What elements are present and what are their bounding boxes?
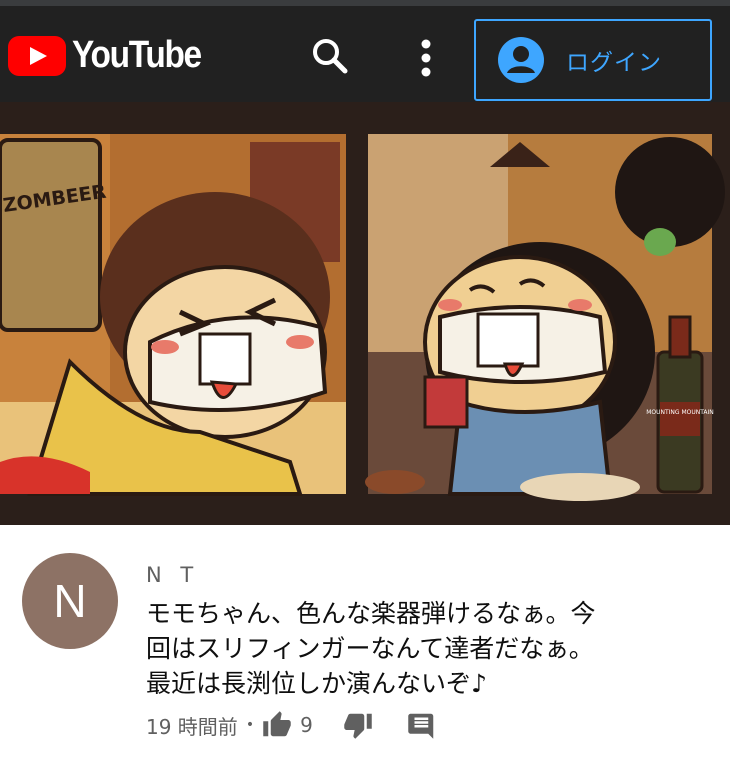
comment-author[interactable]: N T — [146, 563, 199, 587]
avatar-letter: N — [53, 575, 87, 627]
separator-dot: • — [245, 717, 255, 733]
avatar[interactable]: N — [22, 553, 118, 649]
video-thumbnail[interactable]: ZOMBEER MOUNTING MOUNTAIN — [0, 102, 730, 525]
comment-actions: 19 時間前 • 9 — [146, 708, 437, 742]
right-panel-illustration: MOUNTING MOUNTAIN — [365, 134, 725, 501]
app-header: YouTube ログイン — [0, 6, 730, 102]
comment-text: モモちゃん、色んな楽器弾けるなぁ。今 回はスリフィンガーなんて達者だなぁ。 最近… — [146, 599, 596, 698]
more-vert-icon[interactable] — [411, 36, 441, 80]
account-circle-icon — [498, 37, 544, 83]
login-label: ログイン — [566, 50, 662, 76]
comment-timestamp: 19 時間前 — [146, 714, 238, 739]
reply-icon[interactable] — [407, 710, 437, 740]
youtube-logo-icon — [8, 35, 66, 76]
wine-label: MOUNTING MOUNTAIN — [646, 409, 714, 416]
thumb-down-icon[interactable] — [343, 710, 373, 740]
logo-text: YouTube — [72, 34, 202, 76]
youtube-logo[interactable]: YouTube — [8, 34, 218, 77]
search-icon[interactable] — [310, 36, 350, 76]
like-count: 9 — [300, 713, 313, 737]
login-button[interactable]: ログイン — [474, 19, 712, 101]
thumb-up-icon[interactable] — [262, 710, 292, 740]
left-panel-illustration: ZOMBEER — [0, 134, 346, 496]
